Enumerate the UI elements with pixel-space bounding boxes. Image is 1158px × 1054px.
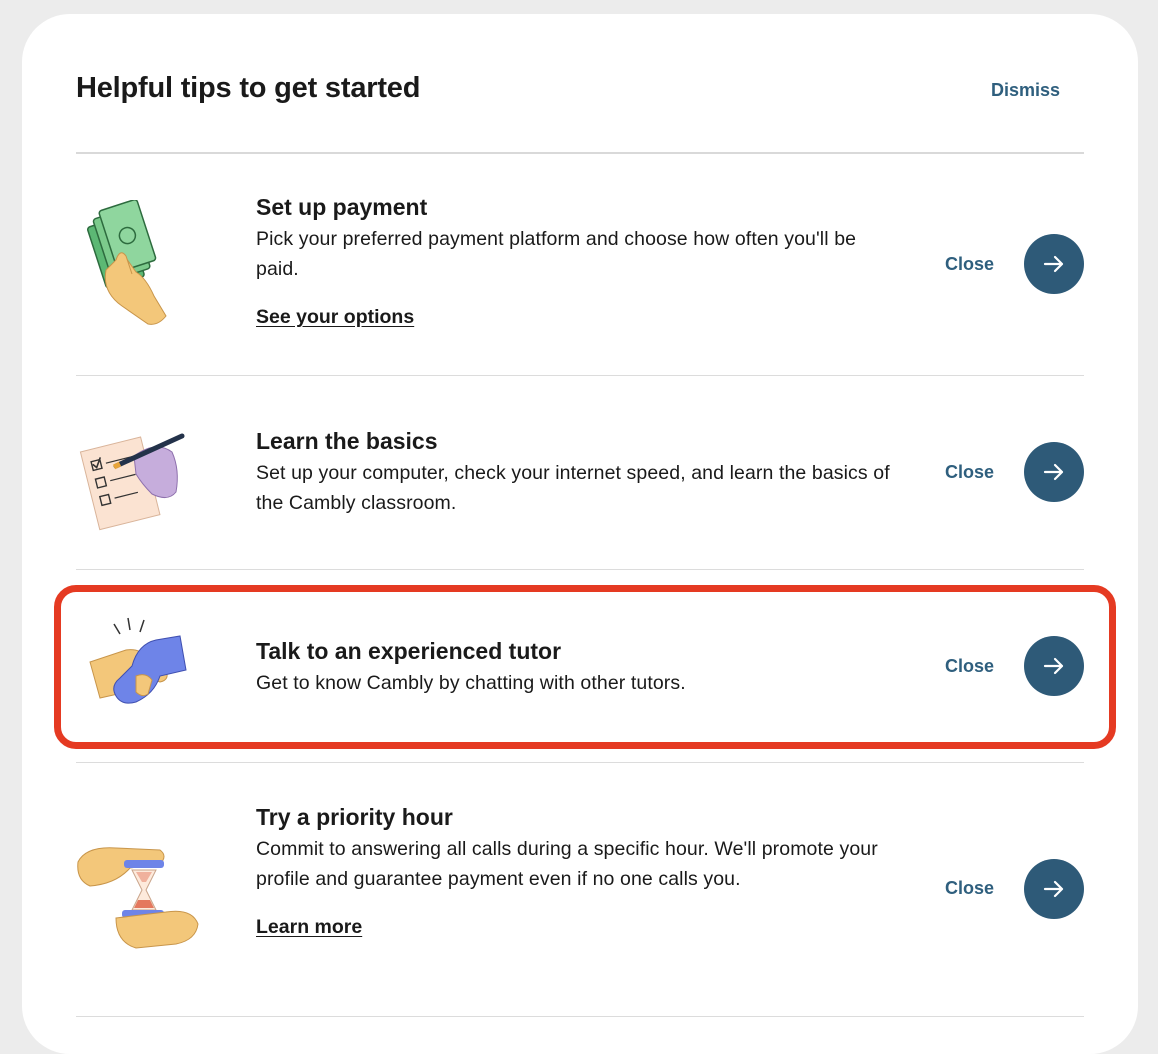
divider	[76, 152, 1084, 154]
handshake-icon	[89, 617, 187, 704]
money-hand-icon	[87, 200, 167, 325]
divider	[76, 762, 1084, 763]
tip-title: Set up payment	[256, 194, 428, 220]
tip-learn-the-basics: Learn the basics Set up your computer, c…	[76, 420, 1084, 540]
go-arrow-button[interactable]	[1024, 636, 1084, 696]
tip-content: Talk to an experienced tutor Get to know…	[256, 636, 896, 698]
arrow-right-icon	[1043, 463, 1064, 481]
go-arrow-button[interactable]	[1024, 234, 1084, 294]
tip-description: Set up your computer, check your interne…	[256, 462, 890, 514]
tip-content: Try a priority hour Commit to answering …	[256, 802, 896, 939]
tip-description: Commit to answering all calls during a s…	[256, 838, 878, 890]
tip-title: Try a priority hour	[256, 804, 453, 830]
tip-talk-to-tutor: Talk to an experienced tutor Get to know…	[76, 610, 1084, 720]
tip-title: Learn the basics	[256, 428, 438, 454]
go-arrow-button[interactable]	[1024, 442, 1084, 502]
dismiss-button[interactable]: Dismiss	[991, 80, 1060, 101]
go-arrow-button[interactable]	[1024, 859, 1084, 919]
close-button[interactable]: Close	[945, 656, 994, 677]
tips-header: Helpful tips to get started Dismiss	[76, 60, 1084, 120]
close-button[interactable]: Close	[945, 878, 994, 899]
tip-priority-hour: Try a priority hour Commit to answering …	[76, 800, 1084, 980]
arrow-right-icon	[1043, 880, 1064, 898]
tip-description: Pick your preferred payment platform and…	[256, 228, 857, 280]
divider	[76, 1016, 1084, 1017]
arrow-right-icon	[1043, 657, 1064, 675]
tip-content: Learn the basics Set up your computer, c…	[256, 426, 896, 518]
divider	[76, 569, 1084, 570]
arrow-right-icon	[1043, 255, 1064, 273]
tip-title: Talk to an experienced tutor	[256, 638, 562, 664]
learn-more-link[interactable]: Learn more	[256, 916, 362, 939]
checklist-pen-icon	[79, 433, 185, 531]
page-title: Helpful tips to get started	[76, 72, 421, 104]
see-your-options-link[interactable]: See your options	[256, 306, 414, 329]
tip-content: Set up payment Pick your preferred payme…	[256, 192, 896, 329]
close-button[interactable]: Close	[945, 254, 994, 275]
tip-description: Get to know Cambly by chatting with othe…	[256, 672, 686, 694]
hourglass-hands-icon	[77, 847, 199, 949]
tip-set-up-payment: Set up payment Pick your preferred payme…	[76, 190, 1084, 350]
close-button[interactable]: Close	[945, 462, 994, 483]
divider	[76, 375, 1084, 376]
